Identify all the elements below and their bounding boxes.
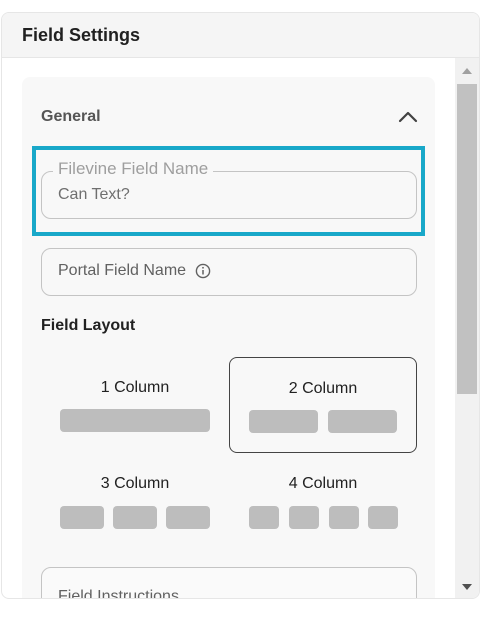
chevron-up-icon[interactable] bbox=[397, 106, 419, 128]
column-bar bbox=[289, 506, 319, 529]
vertical-scrollbar[interactable] bbox=[455, 58, 479, 598]
layout-option-label: 2 Column bbox=[288, 380, 358, 397]
info-icon[interactable] bbox=[195, 263, 211, 279]
field-layout-title: Field Layout bbox=[41, 317, 136, 334]
column-bar bbox=[60, 409, 210, 432]
layout-option-4-column[interactable]: 4 Column bbox=[229, 463, 417, 543]
column-bar bbox=[368, 506, 398, 529]
column-bar bbox=[328, 410, 397, 433]
portal-field-name-input[interactable]: Portal Field Name bbox=[41, 248, 417, 296]
portal-field-placeholder: Portal Field Name bbox=[58, 262, 211, 280]
column-bar bbox=[60, 506, 104, 529]
filevine-field-label: Filevine Field Name bbox=[53, 159, 214, 179]
general-section: General Filevine Field Name Can Text? Po… bbox=[22, 77, 435, 598]
field-instructions-input[interactable]: Field Instructions bbox=[41, 567, 417, 598]
layout-option-label: 4 Column bbox=[288, 475, 358, 492]
scrollbar-thumb[interactable] bbox=[457, 84, 477, 394]
layout-option-2-column[interactable]: 2 Column bbox=[229, 357, 417, 453]
field-settings-panel: Field Settings General Filevine Field Na… bbox=[1, 12, 480, 599]
section-title: General bbox=[41, 108, 101, 125]
column-bar bbox=[329, 506, 359, 529]
arrow-down-icon[interactable] bbox=[455, 576, 479, 598]
layout-option-label: 3 Column bbox=[100, 475, 170, 492]
panel-header: Field Settings bbox=[2, 13, 479, 58]
layout-option-label: 1 Column bbox=[100, 379, 170, 396]
layout-option-3-column[interactable]: 3 Column bbox=[41, 463, 229, 543]
column-bar bbox=[166, 506, 210, 529]
arrow-up-icon[interactable] bbox=[455, 60, 479, 82]
portal-field-placeholder-text: Portal Field Name bbox=[58, 262, 187, 279]
layout-option-1-column[interactable]: 1 Column bbox=[41, 357, 229, 453]
panel-title: Field Settings bbox=[22, 24, 141, 45]
general-section-header[interactable]: General bbox=[41, 103, 419, 131]
filevine-field-name-input[interactable]: Filevine Field Name Can Text? bbox=[41, 159, 417, 219]
panel-body: General Filevine Field Name Can Text? Po… bbox=[2, 58, 457, 598]
field-instructions-placeholder: Field Instructions bbox=[58, 588, 179, 598]
column-bar bbox=[249, 506, 279, 529]
column-bar bbox=[113, 506, 157, 529]
filevine-field-value: Can Text? bbox=[58, 186, 130, 203]
column-bar bbox=[249, 410, 318, 433]
